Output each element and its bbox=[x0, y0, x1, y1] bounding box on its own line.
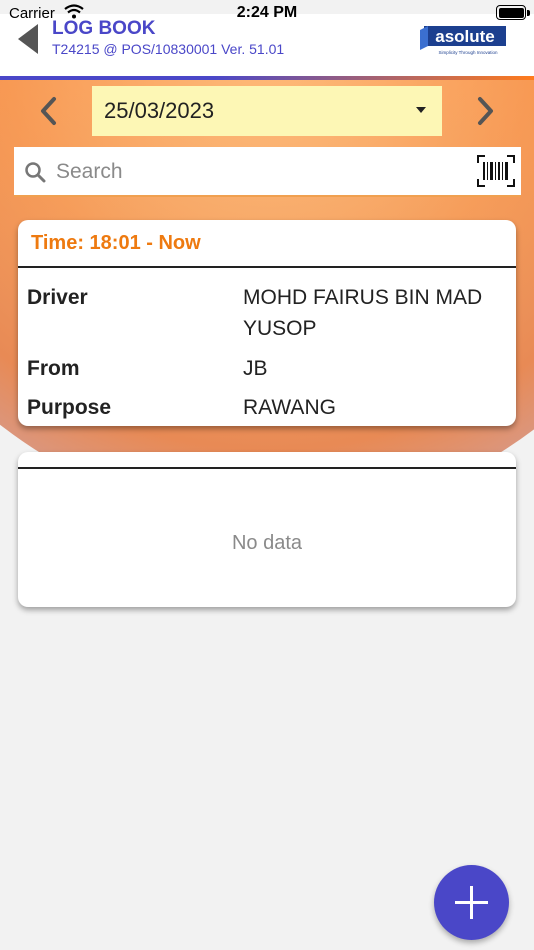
chevron-right-icon[interactable] bbox=[470, 94, 500, 128]
purpose-label: Purpose bbox=[27, 396, 112, 419]
plus-icon bbox=[455, 886, 488, 919]
battery-icon bbox=[496, 5, 526, 20]
card-divider bbox=[18, 467, 516, 469]
status-bar: Carrier 2:24 PM bbox=[0, 0, 534, 26]
purpose-value: RAWANG bbox=[243, 396, 336, 419]
dropdown-caret-icon bbox=[416, 107, 426, 113]
back-icon[interactable] bbox=[16, 22, 40, 56]
from-value: JB bbox=[243, 357, 268, 380]
add-entry-button[interactable] bbox=[434, 865, 509, 940]
driver-label: Driver bbox=[27, 286, 88, 309]
barcode-icon[interactable] bbox=[477, 155, 515, 187]
empty-log-card: No data bbox=[18, 452, 516, 607]
asolute-logo: asolute Simplicity Through Innovation bbox=[420, 26, 506, 55]
svg-text:asolute: asolute bbox=[435, 27, 495, 46]
search-input[interactable] bbox=[56, 155, 466, 189]
chevron-left-icon[interactable] bbox=[34, 94, 64, 128]
page-subtitle: T24215 @ POS/10830001 Ver. 51.01 bbox=[52, 41, 285, 57]
card-divider bbox=[18, 266, 516, 268]
no-data-message: No data bbox=[231, 532, 303, 554]
log-entry-card[interactable]: Time: 18:01 - Now Driver MOHD FAIRUS BIN… bbox=[18, 220, 516, 426]
header-divider bbox=[0, 76, 534, 80]
status-time: 2:24 PM bbox=[236, 4, 298, 21]
svg-text:Simplicity Through Innovation: Simplicity Through Innovation bbox=[439, 50, 498, 55]
search-bar bbox=[14, 147, 521, 197]
date-value: 25/03/2023 bbox=[104, 98, 215, 123]
date-selector[interactable]: 25/03/2023 bbox=[92, 86, 442, 136]
from-label: From bbox=[27, 357, 80, 380]
battery-tip bbox=[527, 10, 530, 16]
driver-value: MOHD FAIRUS BIN MAD YUSOP bbox=[243, 286, 483, 340]
entry-time: Time: 18:01 - Now bbox=[31, 232, 201, 254]
search-icon bbox=[25, 162, 46, 183]
